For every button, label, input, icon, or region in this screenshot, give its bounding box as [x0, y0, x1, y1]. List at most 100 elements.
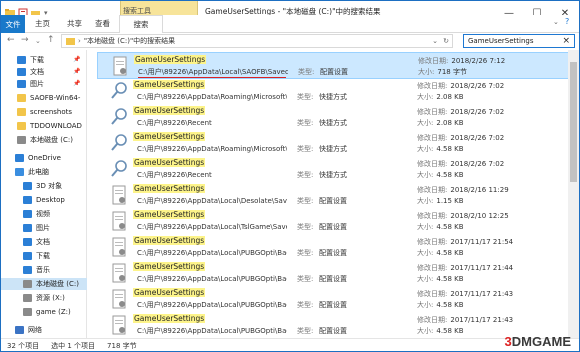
- result-row[interactable]: GameUserSettings C:\用户\89226\AppData\Roam…: [97, 78, 575, 105]
- result-date: 2018/2/10 12:25: [450, 212, 509, 220]
- result-date: 2018/2/26 7:02: [450, 108, 505, 116]
- size-line: 大小: 4.58 KB: [417, 144, 464, 154]
- result-path: C:\用户\89226\Recent: [137, 171, 212, 179]
- item-count: 32 个项目: [7, 341, 40, 350]
- tab-home[interactable]: 主页: [35, 18, 50, 29]
- result-row[interactable]: GameUserSettings C:\用户\89226\AppData\Loca…: [97, 234, 575, 261]
- search-value: GameUserSettings: [468, 37, 534, 45]
- result-row[interactable]: GameUserSettings C:\用户\89226\AppData\Loca…: [97, 260, 575, 287]
- folder-icon: [17, 108, 26, 116]
- result-row[interactable]: GameUserSettings C:\用户\89226\AppData\Loca…: [97, 312, 575, 339]
- result-path: C:\用户\89226\AppData\Local\PUBGOpti\Backu…: [137, 275, 287, 283]
- date-line: 修改日期: 2018/2/16 11:29: [417, 185, 509, 195]
- result-row[interactable]: GameUserSettings C:\用户\89226\AppData\Loca…: [97, 286, 575, 313]
- result-path: C:\用户\89226\AppData\Roaming\Microsoft\Wi…: [137, 145, 287, 153]
- pictures-icon: [23, 224, 32, 232]
- result-path: C:\用户\89226\Recent: [137, 119, 212, 127]
- refresh-icon[interactable]: ↻: [443, 37, 449, 45]
- sidebar-item-label: 音乐: [36, 266, 50, 274]
- tab-share[interactable]: 共享: [67, 18, 82, 29]
- sidebar-item[interactable]: 音乐: [1, 264, 87, 276]
- drive-icon: [23, 294, 32, 302]
- sidebar-item[interactable]: 3D 对象: [1, 180, 87, 192]
- selected-size: 718 字节: [107, 341, 137, 350]
- size-line: 大小: 2.08 KB: [417, 118, 464, 128]
- settings-file-icon: [112, 289, 126, 309]
- result-name: GameUserSettings: [133, 184, 206, 193]
- forward-arrow-icon[interactable]: →: [21, 35, 29, 45]
- scrollbar-thumb[interactable]: [570, 62, 577, 182]
- desktop-icon: [23, 196, 32, 204]
- tab-file[interactable]: 文件: [1, 15, 25, 33]
- pin-icon[interactable]: 📌: [73, 80, 80, 87]
- sidebar-item[interactable]: screenshots: [1, 106, 87, 118]
- search-input[interactable]: GameUserSettings ×: [463, 34, 575, 48]
- sidebar-item[interactable]: 图片: [1, 222, 87, 234]
- size-label: 大小:: [418, 68, 435, 76]
- result-row[interactable]: GameUserSettings C:\用户\89226\AppData\Loca…: [97, 182, 575, 209]
- date-label: 修改日期:: [417, 160, 448, 168]
- sidebar-item[interactable]: 下载: [1, 250, 87, 262]
- sidebar-item[interactable]: 资源 (X:): [1, 292, 87, 304]
- size-label: 大小:: [417, 119, 434, 127]
- result-row[interactable]: GameUserSettings C:\用户\89226\AppData\Loca…: [97, 52, 575, 79]
- result-row[interactable]: GameUserSettings C:\用户\89226\AppData\Roam…: [97, 130, 575, 157]
- expand-ribbon-icon[interactable]: ⌄: [553, 18, 559, 26]
- date-line: 修改日期: 2018/2/26 7:12: [418, 56, 505, 66]
- settings-file-icon: [112, 211, 126, 231]
- tab-view[interactable]: 查看: [95, 18, 110, 29]
- result-name: GameUserSettings: [133, 132, 206, 141]
- sidebar-item[interactable]: 此电脑: [1, 166, 87, 178]
- up-arrow-icon[interactable]: ↑: [47, 35, 55, 45]
- result-row[interactable]: GameUserSettings C:\用户\89226\Recent 类型: 快捷方…: [97, 156, 575, 183]
- sidebar-item[interactable]: 视频: [1, 208, 87, 220]
- help-icon[interactable]: ?: [565, 17, 569, 26]
- sidebar-item[interactable]: SAOFB-Win64-: [1, 92, 87, 104]
- date-line: 修改日期: 2018/2/26 7:02: [417, 81, 504, 91]
- tab-search[interactable]: 搜索: [119, 15, 163, 33]
- sidebar-item[interactable]: 本地磁盘 (C:): [1, 278, 87, 290]
- pin-icon[interactable]: 📌: [73, 68, 80, 75]
- settings-file-icon: [112, 237, 126, 257]
- size-label: 大小:: [417, 171, 434, 179]
- recent-locations-icon[interactable]: ⌄: [35, 37, 41, 45]
- size-line: 大小: 1.15 KB: [417, 196, 464, 206]
- sidebar-item[interactable]: 网络: [1, 324, 87, 336]
- sidebar-item[interactable]: game (Z:): [1, 306, 87, 318]
- result-row[interactable]: GameUserSettings C:\用户\89226\Recent 类型: 快捷方…: [97, 104, 575, 131]
- pin-icon[interactable]: 📌: [73, 56, 80, 63]
- result-type: 快捷方式: [319, 93, 347, 101]
- size-label: 大小:: [417, 327, 434, 335]
- result-row[interactable]: GameUserSettings C:\用户\89226\AppData\Loca…: [97, 208, 575, 235]
- results-scrollbar[interactable]: [568, 50, 579, 338]
- result-type: 配置设置: [320, 68, 348, 76]
- result-path: C:\用户\89226\AppData\Local\PUBGOpti\Backu…: [137, 301, 287, 309]
- sidebar-item[interactable]: 文档: [1, 236, 87, 248]
- date-line: 修改日期: 2018/2/26 7:02: [417, 159, 504, 169]
- back-arrow-icon[interactable]: ←: [7, 35, 15, 45]
- result-size: 2.08 KB: [436, 93, 464, 101]
- address-bar[interactable]: › "本地磁盘 (C:)"中的搜索结果 ⌄ ↻: [61, 34, 453, 48]
- sidebar-item-label: Desktop: [36, 196, 65, 204]
- sidebar-item-label: 文档: [36, 238, 50, 246]
- result-type: 快捷方式: [319, 119, 347, 127]
- network-icon: [15, 326, 24, 334]
- sidebar-item[interactable]: Desktop: [1, 194, 87, 206]
- clear-search-icon[interactable]: ×: [562, 36, 570, 46]
- search-results-icon: [66, 38, 75, 45]
- date-line: 修改日期: 2017/11/17 21:43: [417, 289, 513, 299]
- size-line: 大小: 4.58 KB: [417, 300, 464, 310]
- result-date: 2018/2/26 7:12: [451, 57, 506, 65]
- size-label: 大小:: [417, 223, 434, 231]
- pictures-icon: [17, 80, 26, 88]
- address-dropdown-icon[interactable]: ⌄: [432, 37, 438, 45]
- result-name: GameUserSettings: [134, 55, 207, 64]
- sidebar-item[interactable]: TDDOWNLOAD: [1, 120, 87, 132]
- date-line: 修改日期: 2017/11/17 21:43: [417, 315, 513, 325]
- result-size: 4.58 KB: [436, 327, 464, 335]
- result-type: 配置设置: [319, 301, 347, 309]
- sidebar-item[interactable]: OneDrive: [1, 152, 87, 164]
- sidebar-item[interactable]: 本地磁盘 (C:): [1, 134, 87, 146]
- search-shortcut-icon: [111, 134, 127, 151]
- date-label: 修改日期:: [417, 212, 448, 220]
